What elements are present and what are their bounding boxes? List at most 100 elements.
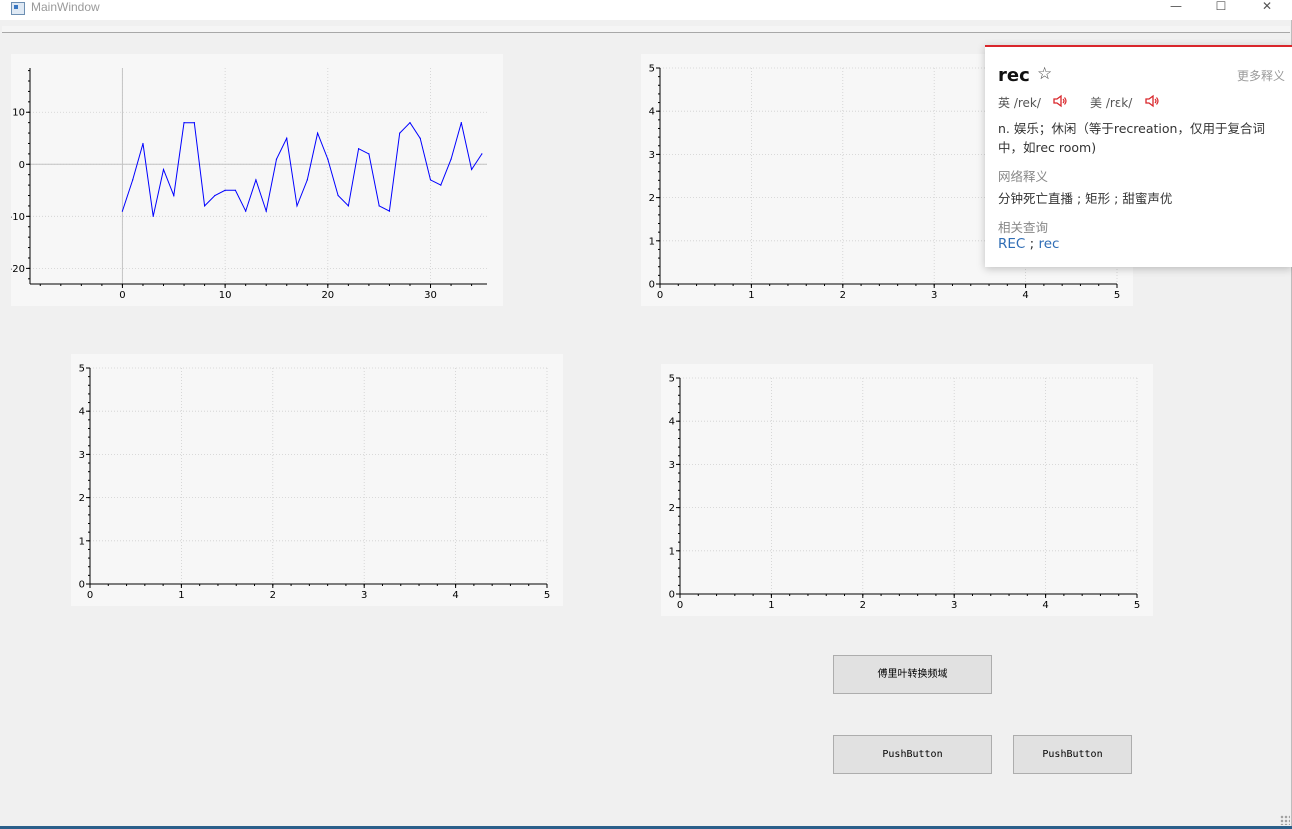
- y-tick-label: 5: [649, 64, 655, 75]
- fourier-button-label: 傅里叶转换频域: [877, 669, 948, 680]
- data-point: [316, 132, 319, 134]
- y-tick-label: 4: [669, 417, 675, 428]
- data-point: [286, 137, 288, 139]
- y-tick-label: 3: [669, 460, 675, 471]
- dictionary-popup[interactable]: rec ☆ 更多释义 英 /rek/ 美 /rɛk/ n. 娱乐；休闲（等于re…: [985, 45, 1292, 267]
- data-point: [368, 153, 370, 155]
- data-point: [306, 179, 308, 181]
- data-point: [470, 168, 473, 171]
- dict-definition: n. 娱乐；休闲（等于recreation，仅用于复合词中，如rec room): [998, 121, 1265, 155]
- data-point: [173, 194, 175, 197]
- data-point: [203, 205, 206, 207]
- x-tick-label: 20: [321, 290, 334, 301]
- time-domain-chart: 0 10 20 30 -20 -10 0 10: [11, 68, 487, 301]
- window-title: MainWindow: [31, 0, 100, 14]
- y-tick-label: 1: [79, 536, 85, 547]
- x-tick-label: 2: [270, 590, 276, 601]
- x-tick-label: 3: [951, 600, 957, 611]
- x-tick-label: 30: [424, 290, 437, 301]
- related-link-rec[interactable]: rec: [1038, 236, 1059, 252]
- title-bar[interactable]: MainWindow — ☐ ✕: [0, 0, 1292, 20]
- maximize-icon: ☐: [1215, 0, 1227, 13]
- y-tick-label: 4: [649, 107, 655, 118]
- close-button[interactable]: ✕: [1244, 0, 1290, 20]
- uk-phonetic: 英 /rek/: [998, 96, 1041, 110]
- empty-chart-bottom-left: 0 1 2 3 4 5 0 1 2 3 4 5: [79, 364, 551, 602]
- related-link-REC[interactable]: REC: [998, 236, 1025, 252]
- us-speaker-icon[interactable]: [1144, 94, 1160, 108]
- data-point: [296, 205, 298, 207]
- data-point: [327, 158, 329, 160]
- maximize-button[interactable]: ☐: [1198, 0, 1244, 20]
- data-point: [265, 210, 267, 212]
- y-tick-label: 0: [669, 590, 675, 601]
- data-point: [214, 194, 216, 197]
- web-definition-heading: 网络释义: [998, 169, 1049, 184]
- x-tick-label: 4: [1022, 290, 1028, 301]
- data-point: [378, 205, 380, 207]
- x-tick-label: 4: [1042, 600, 1048, 611]
- y-tick-label: 0: [19, 160, 25, 171]
- data-point: [347, 205, 349, 207]
- series-line-0: [121, 121, 483, 217]
- dict-headword: rec: [998, 65, 1030, 86]
- y-tick-label: 2: [669, 503, 675, 514]
- x-tick-label: 5: [1114, 290, 1120, 301]
- plot-bottom-left[interactable]: 0 1 2 3 4 5 0 1 2 3 4 5: [71, 354, 563, 606]
- data-point: [234, 189, 236, 191]
- y-tick-label: 2: [79, 493, 85, 504]
- data-point: [440, 184, 442, 186]
- x-tick-label: 1: [748, 290, 754, 301]
- push-button-1[interactable]: PushButton: [833, 735, 992, 774]
- fourier-transform-button[interactable]: 傅里叶转换频域: [833, 655, 992, 694]
- x-tick-label: 3: [931, 290, 937, 301]
- more-definitions-link[interactable]: 更多释义: [1237, 67, 1285, 84]
- uk-speaker-icon[interactable]: [1052, 94, 1068, 108]
- plot-bottom-right[interactable]: 0 1 2 3 4 5 0 1 2 3 4 5: [661, 364, 1153, 616]
- push-button-2[interactable]: PushButton: [1013, 735, 1132, 774]
- data-point: [183, 122, 185, 124]
- related-queries-heading: 相关查询: [998, 220, 1049, 235]
- data-point: [275, 158, 278, 160]
- y-tick-label: 5: [669, 374, 675, 385]
- data-point: [255, 179, 257, 181]
- y-tick-label: 2: [649, 193, 655, 204]
- y-tick-label: 10: [12, 108, 25, 119]
- favorite-star-icon[interactable]: ☆: [1037, 64, 1052, 84]
- data-point: [121, 210, 124, 212]
- data-point: [388, 210, 391, 212]
- y-tick-label: 3: [649, 150, 655, 161]
- data-point: [429, 179, 432, 181]
- app-window-icon: [11, 2, 25, 15]
- data-point: [419, 137, 421, 139]
- data-point: [245, 210, 247, 212]
- x-tick-label: 5: [1134, 600, 1140, 611]
- data-point: [337, 194, 339, 197]
- x-tick-label: 0: [119, 290, 125, 301]
- y-tick-label: 1: [649, 236, 655, 247]
- data-point: [132, 179, 134, 181]
- minimize-icon: —: [1170, 0, 1182, 13]
- y-tick-label: 3: [79, 450, 85, 461]
- related-separator: ;: [1025, 236, 1039, 252]
- related-queries: REC ; rec: [998, 236, 1059, 252]
- empty-chart-bottom-right: 0 1 2 3 4 5 0 1 2 3 4 5: [669, 374, 1141, 612]
- menu-bar[interactable]: [2, 26, 1290, 33]
- x-tick-label: 3: [361, 590, 367, 601]
- minimize-button[interactable]: —: [1153, 0, 1199, 20]
- push-button-1-label: PushButton: [882, 749, 943, 760]
- resize-grip[interactable]: [1280, 815, 1290, 825]
- data-point: [358, 148, 360, 150]
- x-tick-label: 0: [677, 600, 683, 611]
- data-point: [450, 158, 452, 160]
- data-point: [152, 215, 154, 217]
- web-definition-items: 分钟死亡直播 ; 矩形 ; 甜蜜声优: [998, 191, 1173, 206]
- x-tick-label: 5: [544, 590, 550, 601]
- time-domain-plot[interactable]: 0 10 20 30 -20 -10 0 10: [11, 54, 503, 306]
- x-tick-label: 2: [860, 600, 866, 611]
- x-tick-label: 0: [657, 290, 663, 301]
- y-tick-label: 1: [669, 546, 675, 557]
- data-point: [409, 122, 411, 124]
- y-tick-label: 0: [649, 280, 655, 291]
- x-tick-label: 2: [840, 290, 846, 301]
